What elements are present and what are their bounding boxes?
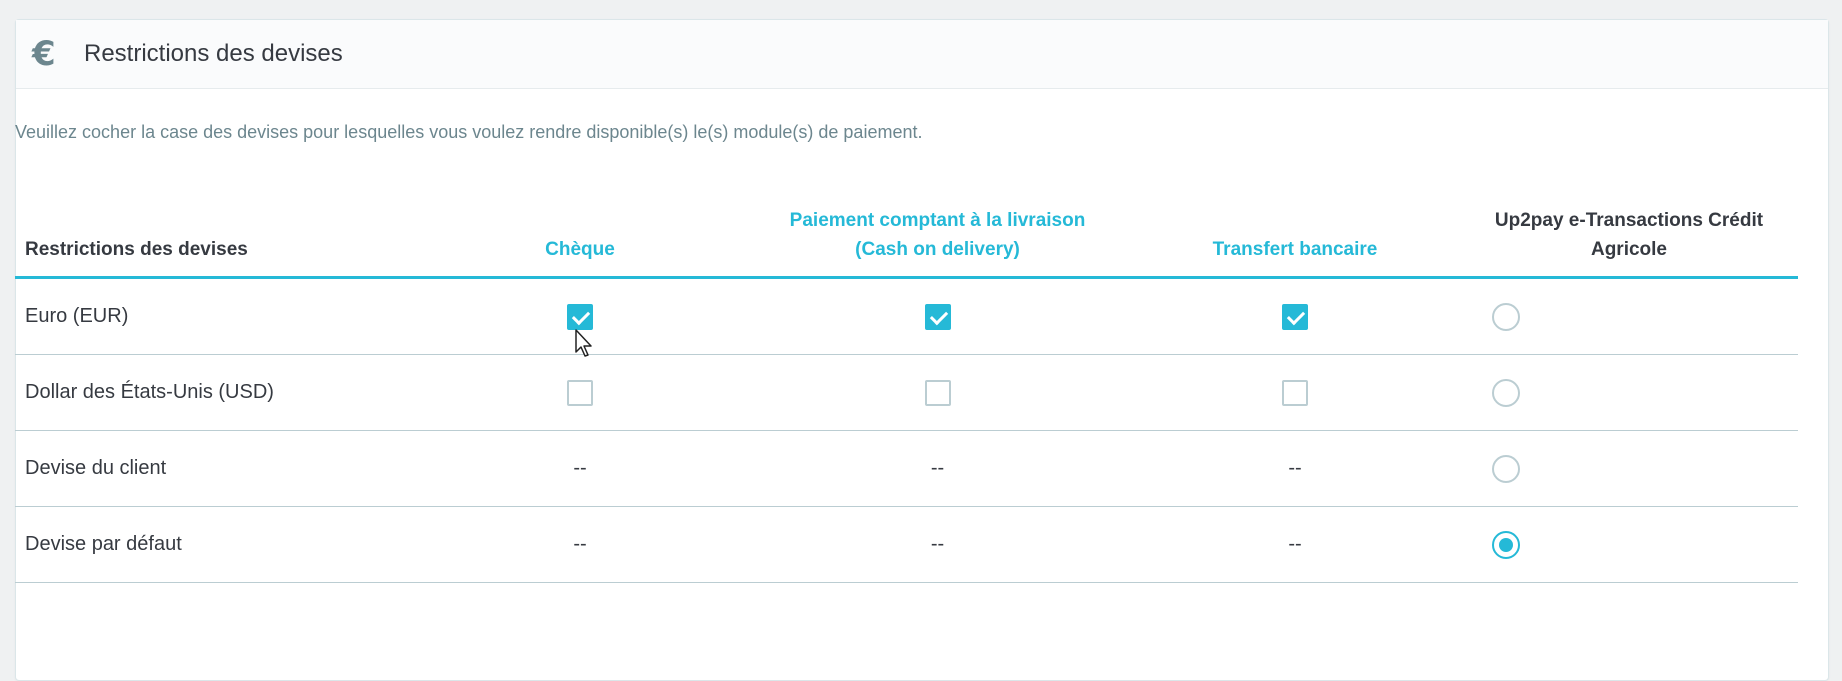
euro-icon: € [32, 34, 56, 74]
cell-transfer-default: -- [1130, 506, 1460, 583]
row-label: Euro (EUR) [15, 277, 415, 355]
cell-cheque-client: -- [415, 430, 745, 507]
panel-title: Restrictions des devises [84, 40, 343, 67]
header-up2pay-line1: Up2pay e-Transactions Crédit [1494, 210, 1764, 231]
table-row: Devise du client -- -- -- [15, 430, 1798, 507]
table-row: Dollar des États-Unis (USD) [15, 354, 1798, 431]
radio-up2pay-usd[interactable] [1492, 378, 1520, 407]
checkbox-cod-eur[interactable] [924, 303, 951, 330]
row-label: Devise par défaut [15, 506, 415, 583]
checkbox-cheque-eur[interactable] [567, 303, 593, 330]
row-label: Devise du client [15, 430, 415, 507]
cell-cod-client: -- [745, 430, 1130, 507]
checkbox-transfer-eur[interactable] [1282, 303, 1308, 330]
header-up2pay: Up2pay e-Transactions Crédit Agricole [1460, 184, 1798, 279]
checkbox-cheque-usd[interactable] [567, 379, 593, 406]
header-restrictions: Restrictions des devises [15, 184, 415, 279]
header-up2pay-line2: Agricole [1590, 239, 1668, 260]
radio-up2pay-client[interactable] [1492, 454, 1520, 483]
cell-cod-default: -- [745, 506, 1130, 583]
header-bank-transfer: Transfert bancaire [1130, 184, 1460, 279]
header-cheque: Chèque [415, 184, 745, 279]
currency-restrictions-table: Restrictions des devises Chèque Paiement… [15, 184, 1798, 583]
radio-up2pay-eur[interactable] [1492, 302, 1520, 331]
table-row: Devise par défaut -- -- -- [15, 506, 1798, 583]
table-row: Euro (EUR) [15, 277, 1798, 355]
help-text: Veuillez cocher la case des devises pour… [15, 122, 923, 142]
table-header-row: Restrictions des devises Chèque Paiement… [15, 184, 1798, 279]
cell-cheque-default: -- [415, 506, 745, 583]
header-cod-line2: (Cash on delivery) [855, 239, 1020, 260]
mouse-cursor-icon [575, 329, 592, 357]
radio-up2pay-default[interactable] [1492, 530, 1520, 559]
header-cash-on-delivery: Paiement comptant à la livraison (Cash o… [745, 184, 1130, 279]
panel-heading: € Restrictions des devises [16, 20, 1828, 89]
checkbox-cod-usd[interactable] [924, 379, 951, 406]
cell-transfer-client: -- [1130, 430, 1460, 507]
checkbox-transfer-usd[interactable] [1282, 379, 1308, 406]
header-cod-line1: Paiement comptant à la livraison [789, 210, 1086, 231]
row-label: Dollar des États-Unis (USD) [15, 354, 415, 431]
